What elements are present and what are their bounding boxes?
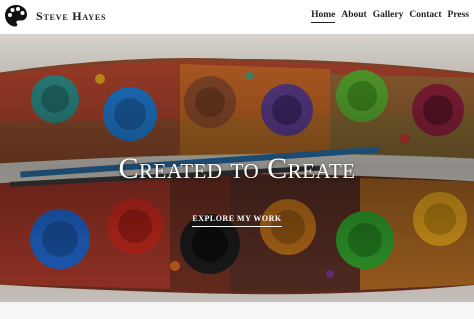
hero-section: Created to Create EXPLORE MY WORK [0,34,474,302]
nav-press[interactable]: Press [448,10,469,23]
palette-icon[interactable] [4,4,28,28]
nav-gallery[interactable]: Gallery [373,10,404,23]
brand-name[interactable]: Steve Hayes [36,9,106,24]
main-nav: Home About Gallery Contact Press [311,10,469,23]
nav-about[interactable]: About [341,10,366,23]
site-header: Steve Hayes Home About Gallery Contact P… [0,0,474,34]
nav-home[interactable]: Home [311,10,336,23]
page-bottom-strip [0,302,474,319]
hero-cta-wrap: EXPLORE MY WORK [0,206,474,227]
explore-my-work-link[interactable]: EXPLORE MY WORK [192,214,282,227]
nav-contact[interactable]: Contact [409,10,441,23]
hero-title: Created to Create [118,152,356,185]
